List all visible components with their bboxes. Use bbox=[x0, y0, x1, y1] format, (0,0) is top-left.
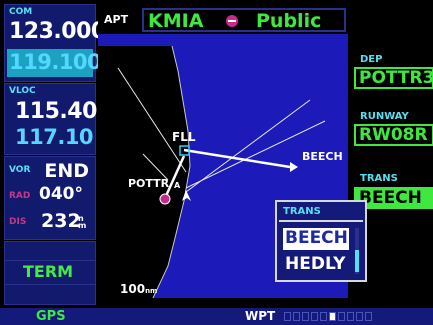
runway-label: RUNWAY bbox=[360, 111, 409, 122]
mode-divider-2 bbox=[5, 284, 95, 285]
page-indicator-square bbox=[338, 312, 345, 321]
dep-field[interactable]: POTTR3 bbox=[354, 67, 433, 89]
trans-popup: TRANS BEECH HEDLY bbox=[275, 200, 367, 282]
public-icon-bar bbox=[228, 20, 236, 22]
airport-type: Public bbox=[256, 10, 322, 32]
route-line-2 bbox=[185, 99, 311, 193]
page-indicator-square bbox=[284, 312, 291, 321]
popup-option-beech-label: BEECH bbox=[285, 228, 348, 248]
page-indicator-square bbox=[347, 312, 354, 321]
runway-field[interactable]: RW08R bbox=[354, 124, 433, 146]
page-indicator-square bbox=[311, 312, 318, 321]
dis-value: 232 bbox=[41, 210, 81, 232]
popup-title: TRANS bbox=[283, 206, 321, 217]
map-range-value: 100 bbox=[120, 282, 146, 296]
mode-panel: TERM bbox=[4, 241, 96, 305]
com-standby-frequency[interactable]: 119.100 bbox=[9, 50, 102, 74]
vor-panel: VOR END RAD 040° DIS 232 nm bbox=[4, 156, 96, 240]
popup-scrollbar-track[interactable] bbox=[355, 228, 359, 274]
fll-label: FLL bbox=[172, 130, 196, 144]
dep-label: DEP bbox=[360, 54, 383, 65]
trans-value: BEECH bbox=[359, 188, 422, 208]
mode-divider bbox=[5, 260, 95, 261]
kmia-airport-symbol bbox=[159, 193, 171, 205]
runway-value: RW08R bbox=[359, 125, 428, 145]
apt-label: APT bbox=[104, 13, 129, 26]
airport-identifier: KMIA bbox=[148, 10, 204, 32]
beech-arrow bbox=[290, 162, 298, 172]
wpt-label: WPT bbox=[245, 309, 276, 323]
page-indicator-square bbox=[302, 312, 309, 321]
pottr-label: POTTR bbox=[128, 177, 170, 190]
dis-label: DIS bbox=[9, 217, 27, 227]
com-label: COM bbox=[9, 7, 33, 17]
mode-label: TERM bbox=[23, 262, 74, 281]
airport-header: APT KMIA Public bbox=[98, 6, 348, 34]
vor-label: VOR bbox=[9, 165, 31, 175]
com-panel[interactable]: COM 123.000 119.100 bbox=[4, 4, 106, 82]
dep-value: POTTR3 bbox=[359, 68, 433, 88]
dis-unit: nm bbox=[78, 214, 87, 230]
vloc-standby-frequency[interactable]: 117.10 bbox=[15, 125, 94, 149]
popup-option-beech[interactable]: BEECH bbox=[283, 228, 349, 250]
leg-fll-beech bbox=[183, 148, 291, 169]
rad-value: 040° bbox=[39, 184, 83, 204]
map-range-unit: nm bbox=[145, 287, 158, 295]
map-range: 100nm bbox=[120, 282, 157, 296]
popup-scrollbar-thumb[interactable] bbox=[355, 250, 359, 272]
rad-label: RAD bbox=[9, 191, 31, 201]
vor-status: END bbox=[44, 160, 89, 182]
vloc-panel[interactable]: VLOC 115.40 117.10 bbox=[4, 83, 97, 155]
pottr-sub-label: A bbox=[174, 181, 181, 190]
vloc-active-frequency: 115.40 bbox=[15, 99, 97, 124]
page-indicator-square bbox=[320, 312, 327, 321]
airport-id-field[interactable]: KMIA Public bbox=[142, 8, 346, 32]
page-indicator-square bbox=[293, 312, 300, 321]
gps-label: GPS bbox=[36, 309, 66, 324]
popup-divider bbox=[279, 220, 363, 222]
page-indicator-square bbox=[356, 312, 363, 321]
vloc-label: VLOC bbox=[9, 86, 36, 96]
popup-option-hedly-label: HEDLY bbox=[285, 254, 346, 274]
beech-label: BEECH bbox=[302, 150, 343, 163]
trans-label: TRANS bbox=[360, 173, 398, 184]
page-indicator-square bbox=[329, 312, 336, 321]
page-indicator bbox=[284, 312, 372, 321]
page-indicator-square bbox=[365, 312, 372, 321]
com-active-frequency: 123.000 bbox=[9, 19, 106, 44]
status-bar: GPS WPT bbox=[0, 308, 433, 325]
popup-option-hedly[interactable]: HEDLY bbox=[283, 254, 349, 276]
